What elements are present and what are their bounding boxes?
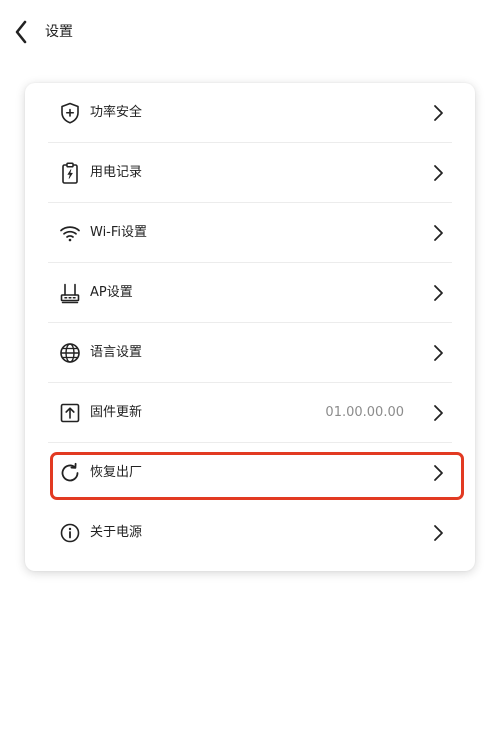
menu-item-language-settings[interactable]: 语言设置: [48, 323, 452, 383]
menu-item-about-power[interactable]: 关于电源: [48, 503, 452, 563]
menu-item-power-usage-record[interactable]: 用电记录: [48, 143, 452, 203]
chevron-right-icon: [432, 343, 444, 363]
menu-item-label: 用电记录: [90, 165, 143, 180]
router-icon: [58, 281, 82, 305]
menu-item-power-security[interactable]: 功率安全: [48, 83, 452, 143]
menu-item-label: 功率安全: [90, 105, 143, 120]
firmware-version: 01.00.00.00: [325, 405, 404, 420]
menu-item-label: AP设置: [90, 285, 133, 300]
menu-item-firmware-update[interactable]: 固件更新 01.00.00.00: [48, 383, 452, 443]
chevron-right-icon: [432, 463, 444, 483]
shield-plus-icon: [58, 101, 82, 125]
menu-item-label: Wi-Fi设置: [90, 225, 148, 240]
chevron-right-icon: [432, 223, 444, 243]
header: 设置: [0, 0, 500, 64]
upload-box-icon: [58, 401, 82, 425]
page-title: 设置: [45, 24, 73, 40]
chevron-right-icon: [432, 403, 444, 423]
menu-item-label: 关于电源: [90, 525, 143, 540]
chevron-left-icon: [15, 20, 27, 44]
menu-item-label: 恢复出厂: [90, 465, 143, 480]
wifi-icon: [58, 221, 82, 245]
back-button[interactable]: [10, 18, 34, 46]
menu-item-wifi-settings[interactable]: Wi-Fi设置: [48, 203, 452, 263]
menu-item-label: 固件更新: [90, 405, 143, 420]
chevron-right-icon: [432, 283, 444, 303]
info-circle-icon: [58, 521, 82, 545]
chevron-right-icon: [432, 523, 444, 543]
menu-item-factory-reset[interactable]: 恢复出厂: [48, 443, 452, 503]
settings-menu-card: 功率安全 用电记录 Wi-Fi设置 AP设置 语言设置 固件更新 01.00.0…: [25, 83, 475, 571]
chevron-right-icon: [432, 103, 444, 123]
menu-item-label: 语言设置: [90, 345, 143, 360]
globe-icon: [58, 341, 82, 365]
clipboard-bolt-icon: [58, 161, 82, 185]
chevron-right-icon: [432, 163, 444, 183]
refresh-icon: [58, 461, 82, 485]
menu-item-ap-settings[interactable]: AP设置: [48, 263, 452, 323]
